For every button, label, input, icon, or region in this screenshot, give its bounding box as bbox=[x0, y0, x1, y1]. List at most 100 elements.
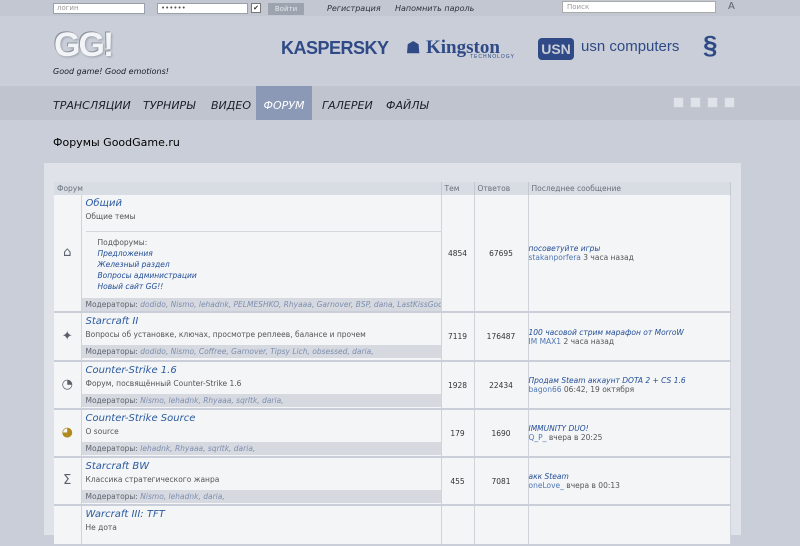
search-input[interactable]: Поиск bbox=[562, 1, 716, 13]
moderators-list[interactable]: Nismo, lehadnk, daria, bbox=[140, 492, 224, 501]
last-topic-link[interactable]: IMMUNITY DUO! bbox=[529, 424, 730, 433]
col-header-topics: Тем bbox=[441, 182, 475, 195]
forum-description: Классика стратегического жанра bbox=[85, 475, 220, 484]
subforums-list: Подфорумы: Предложения Железный раздел В… bbox=[85, 231, 441, 292]
moderators-label: Модераторы: bbox=[85, 492, 138, 501]
kingston-head-icon: ☗ bbox=[406, 40, 421, 57]
replies-count bbox=[474, 505, 529, 546]
nav-item-broadcasts[interactable]: ТРАНСЛЯЦИИ bbox=[53, 86, 131, 120]
site-slogan: Good game! Good emotions! bbox=[53, 67, 169, 76]
last-time: 2 часа назад bbox=[563, 336, 615, 346]
subforum-link[interactable]: Предложения bbox=[98, 248, 441, 259]
forum-table: Форум Тем Ответов Последнее сообщение ⌂ … bbox=[54, 182, 731, 546]
nav-item-tournaments[interactable]: ТУРНИРЫ bbox=[143, 86, 195, 120]
forum-table-header: Форум Тем Ответов Последнее сообщение bbox=[54, 182, 731, 195]
page-title: Форумы GoodGame.ru bbox=[53, 136, 180, 149]
last-time: 06:42, 19 октября bbox=[563, 385, 635, 394]
topics-count: 7119 bbox=[441, 312, 475, 362]
forum-description: Форум, посвящённый Counter-Strike 1.6 bbox=[85, 379, 242, 388]
replies-count: 67695 bbox=[474, 195, 529, 313]
social-icon-3[interactable] bbox=[707, 97, 718, 108]
remember-checkbox[interactable]: ✔ bbox=[251, 3, 261, 13]
moderators-line: Модераторы: lehadnk, Rhyaaa, sqrltk, dar… bbox=[81, 442, 441, 455]
table-row: ◔ Counter-Strike 1.6 Форум, посвящённый … bbox=[54, 361, 731, 410]
social-icon-2[interactable] bbox=[690, 97, 701, 108]
moderators-line: Модераторы: Nismo, lehadnk, daria, bbox=[81, 490, 441, 503]
last-topic-link[interactable]: 100 часовой стрим марафон от MorroW bbox=[529, 328, 730, 337]
last-topic-link[interactable]: посоветуйте игры bbox=[529, 244, 730, 253]
subforum-link[interactable]: Вопросы администрации bbox=[98, 270, 441, 281]
last-user-link[interactable]: bagon66 bbox=[529, 385, 562, 394]
forum-title-link[interactable]: Starcraft II bbox=[82, 313, 441, 327]
topics-count: 1928 bbox=[441, 361, 475, 410]
replies-count: 22434 bbox=[474, 361, 529, 410]
replies-count: 1690 bbox=[474, 409, 529, 458]
topics-count: 179 bbox=[441, 409, 475, 458]
last-topic-link[interactable]: Продам Steam аккаунт DOTA 2 + CS 1.6 bbox=[529, 376, 730, 385]
forum-description: Общие темы bbox=[85, 212, 136, 221]
starcraft-bw-icon: Σ bbox=[63, 473, 72, 488]
forum-title-link[interactable]: Counter-Strike Source bbox=[82, 410, 441, 424]
login-button[interactable]: Войти bbox=[268, 3, 304, 15]
kingston-sub: TECHNOLOGY bbox=[470, 54, 516, 60]
last-user-link[interactable]: oneLove_ bbox=[529, 481, 564, 490]
usn-logo[interactable]: usn computers bbox=[581, 38, 679, 55]
forum-description: Не дота bbox=[85, 523, 117, 532]
last-time: вчера в 20:25 bbox=[548, 433, 603, 442]
forum-title-link[interactable]: Warcraft III: TFT bbox=[82, 506, 441, 520]
topics-count: 455 bbox=[441, 457, 475, 506]
moderators-line: Модераторы: Nismo, lehadnk, Rhyaaa, sqrl… bbox=[81, 394, 441, 407]
replies-count: 7081 bbox=[474, 457, 529, 506]
subforum-link[interactable]: Новый сайт GG!! bbox=[98, 281, 441, 292]
social-icon-1[interactable] bbox=[673, 97, 684, 108]
last-user-link[interactable]: stakanporfera bbox=[529, 253, 581, 262]
topics-count: 4854 bbox=[441, 195, 475, 313]
razer-logo-icon[interactable]: § bbox=[703, 30, 717, 61]
col-header-forum: Форум bbox=[54, 182, 442, 195]
nav-item-video[interactable]: ВИДЕО bbox=[211, 86, 251, 120]
last-time: 3 часа назад bbox=[583, 253, 634, 262]
usn-logo-icon[interactable]: USN bbox=[538, 38, 574, 60]
moderators-list[interactable]: dodido, Nismo, lehadnk, PELMESHKO, Rhyaa… bbox=[140, 300, 440, 309]
site-header: GG! Good game! Good emotions! KASPERSKY … bbox=[0, 16, 800, 86]
password-input[interactable]: •••••• bbox=[157, 3, 248, 14]
col-header-last: Последнее сообщение bbox=[528, 182, 731, 195]
table-row: Warcraft III: TFT Не дота bbox=[54, 505, 731, 546]
forum-title-link[interactable]: Counter-Strike 1.6 bbox=[82, 362, 441, 376]
top-bar: логин •••••• ✔ Войти Регистрация Напомни… bbox=[0, 0, 800, 16]
moderators-label: Модераторы: bbox=[85, 396, 138, 405]
moderators-list[interactable]: lehadnk, Rhyaaa, sqrltk, daria, bbox=[140, 444, 255, 453]
nav-item-files[interactable]: ФАЙЛЫ bbox=[386, 86, 429, 120]
subforums-label: Подфорумы: bbox=[97, 238, 148, 247]
login-input[interactable]: логин bbox=[53, 3, 145, 14]
nav-item-galleries[interactable]: ГАЛЕРЕИ bbox=[322, 86, 373, 120]
nav-item-forum[interactable]: ФОРУМ bbox=[256, 86, 312, 120]
language-icon[interactable]: A bbox=[728, 1, 735, 12]
last-user-link[interactable]: IM MAX1 bbox=[529, 337, 562, 346]
register-link[interactable]: Регистрация bbox=[327, 4, 381, 13]
col-header-replies: Ответов bbox=[474, 182, 529, 195]
warcraft-icon bbox=[60, 517, 74, 531]
forum-description: Вопросы об установке, ключах, просмотре … bbox=[85, 330, 366, 339]
site-logo[interactable]: GG! bbox=[54, 26, 114, 65]
moderators-label: Модераторы: bbox=[85, 300, 138, 309]
table-row: Σ Starcraft BW Классика стратегического … bbox=[54, 457, 731, 506]
table-row: ◕ Counter-Strike Source O source Модерат… bbox=[54, 409, 731, 458]
main-nav: ТРАНСЛЯЦИИ ТУРНИРЫ ВИДЕО ФОРУМ ГАЛЕРЕИ Ф… bbox=[0, 86, 800, 120]
moderators-label: Модераторы: bbox=[85, 444, 138, 453]
replies-count: 176487 bbox=[474, 312, 529, 362]
forum-title-link[interactable]: Starcraft BW bbox=[82, 458, 441, 472]
counter-strike-source-icon: ◕ bbox=[61, 425, 73, 440]
forum-title-link[interactable]: Общий bbox=[82, 195, 441, 209]
last-user-link[interactable]: Q_P_ bbox=[529, 433, 547, 442]
kaspersky-logo[interactable]: KASPERSKY bbox=[281, 38, 389, 59]
house-icon: ⌂ bbox=[63, 245, 72, 260]
moderators-line: Модераторы: dodido, Nismo, Coffree, Garn… bbox=[81, 345, 441, 358]
table-row: ✦ Starcraft II Вопросы об установке, клю… bbox=[54, 312, 731, 362]
subforum-link[interactable]: Железный раздел bbox=[98, 259, 441, 270]
remind-password-link[interactable]: Напомнить пароль bbox=[395, 4, 474, 13]
moderators-list[interactable]: dodido, Nismo, Coffree, Garnover, Tipsy … bbox=[140, 347, 373, 356]
social-icon-4[interactable] bbox=[724, 97, 735, 108]
last-topic-link[interactable]: акк Steam bbox=[529, 472, 730, 481]
moderators-list[interactable]: Nismo, lehadnk, Rhyaaa, sqrltk, daria, bbox=[140, 396, 283, 405]
